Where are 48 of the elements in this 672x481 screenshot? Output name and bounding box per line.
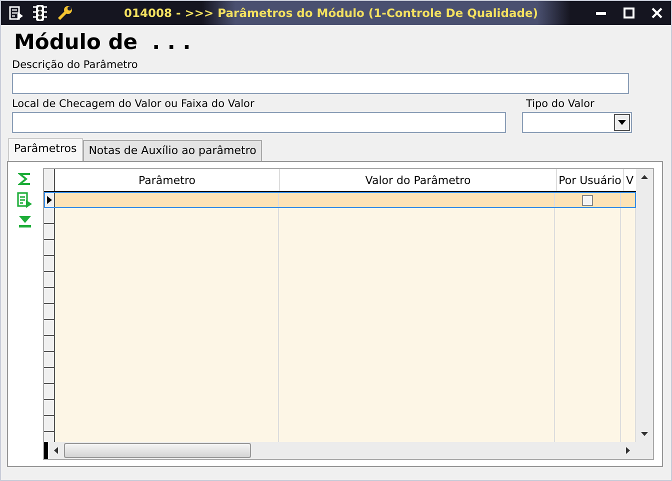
row-header[interactable]: [44, 336, 55, 352]
row-header[interactable]: [44, 208, 55, 224]
vertical-scrollbar[interactable]: [636, 169, 653, 442]
row-header[interactable]: [44, 400, 55, 416]
field-label: Descrição do Parâmetro: [12, 59, 139, 71]
traffic-light-icon[interactable]: [33, 5, 47, 21]
window-title: 014008 - >>> Parâmetros do Módulo (1-Controle De Qualidade): [122, 6, 540, 20]
row-header[interactable]: [44, 416, 55, 432]
value-type-dropdown[interactable]: [522, 112, 632, 133]
scroll-right-icon[interactable]: [626, 447, 630, 454]
scroll-thumb[interactable]: [64, 443, 251, 458]
tab[interactable]: Notas de Auxílio ao parâmetro: [82, 140, 262, 161]
column-header[interactable]: Valor do Parâmetro: [280, 169, 557, 191]
field-label: Tipo do Valor: [526, 98, 596, 110]
row-header[interactable]: [44, 288, 55, 304]
close-icon[interactable]: [651, 7, 663, 19]
maximize-icon[interactable]: [623, 7, 635, 19]
module-heading: Módulo de . . .: [13, 29, 192, 55]
row-header[interactable]: [44, 272, 55, 288]
field-label: Local de Checagem do Valor ou Faixa do Valor: [12, 98, 256, 110]
horizontal-scrollbar[interactable]: [44, 442, 653, 459]
checkbox[interactable]: [582, 194, 593, 206]
description-field[interactable]: [12, 73, 629, 94]
row-header[interactable]: [44, 256, 55, 272]
row-header[interactable]: [44, 304, 55, 320]
scroll-up-icon[interactable]: [641, 175, 648, 179]
menu-icon[interactable]: [9, 6, 23, 20]
row-header[interactable]: [44, 352, 55, 368]
row-header[interactable]: [44, 384, 55, 400]
sigma-icon[interactable]: [18, 172, 32, 186]
wrench-icon[interactable]: [57, 5, 73, 21]
collapse-down-icon[interactable]: [18, 214, 32, 228]
scroll-down-icon[interactable]: [641, 432, 648, 436]
check-location-field[interactable]: [12, 112, 506, 133]
dropdown-arrow-icon: [618, 120, 626, 125]
column-header[interactable]: Por Usuário: [557, 169, 624, 191]
column-header[interactable]: Parâmetro: [55, 169, 280, 191]
list-play-icon[interactable]: [17, 192, 33, 208]
row-header[interactable]: [44, 240, 55, 256]
row-header[interactable]: [44, 224, 55, 240]
scroll-left-icon[interactable]: [54, 447, 58, 454]
header-corner: [44, 169, 55, 191]
column-header[interactable]: V: [624, 169, 636, 191]
row-header[interactable]: [44, 192, 55, 208]
row-pointer-icon: [46, 196, 52, 204]
tab[interactable]: Parâmetros: [8, 138, 83, 161]
row-header[interactable]: [44, 320, 55, 336]
row-header[interactable]: [44, 368, 55, 384]
